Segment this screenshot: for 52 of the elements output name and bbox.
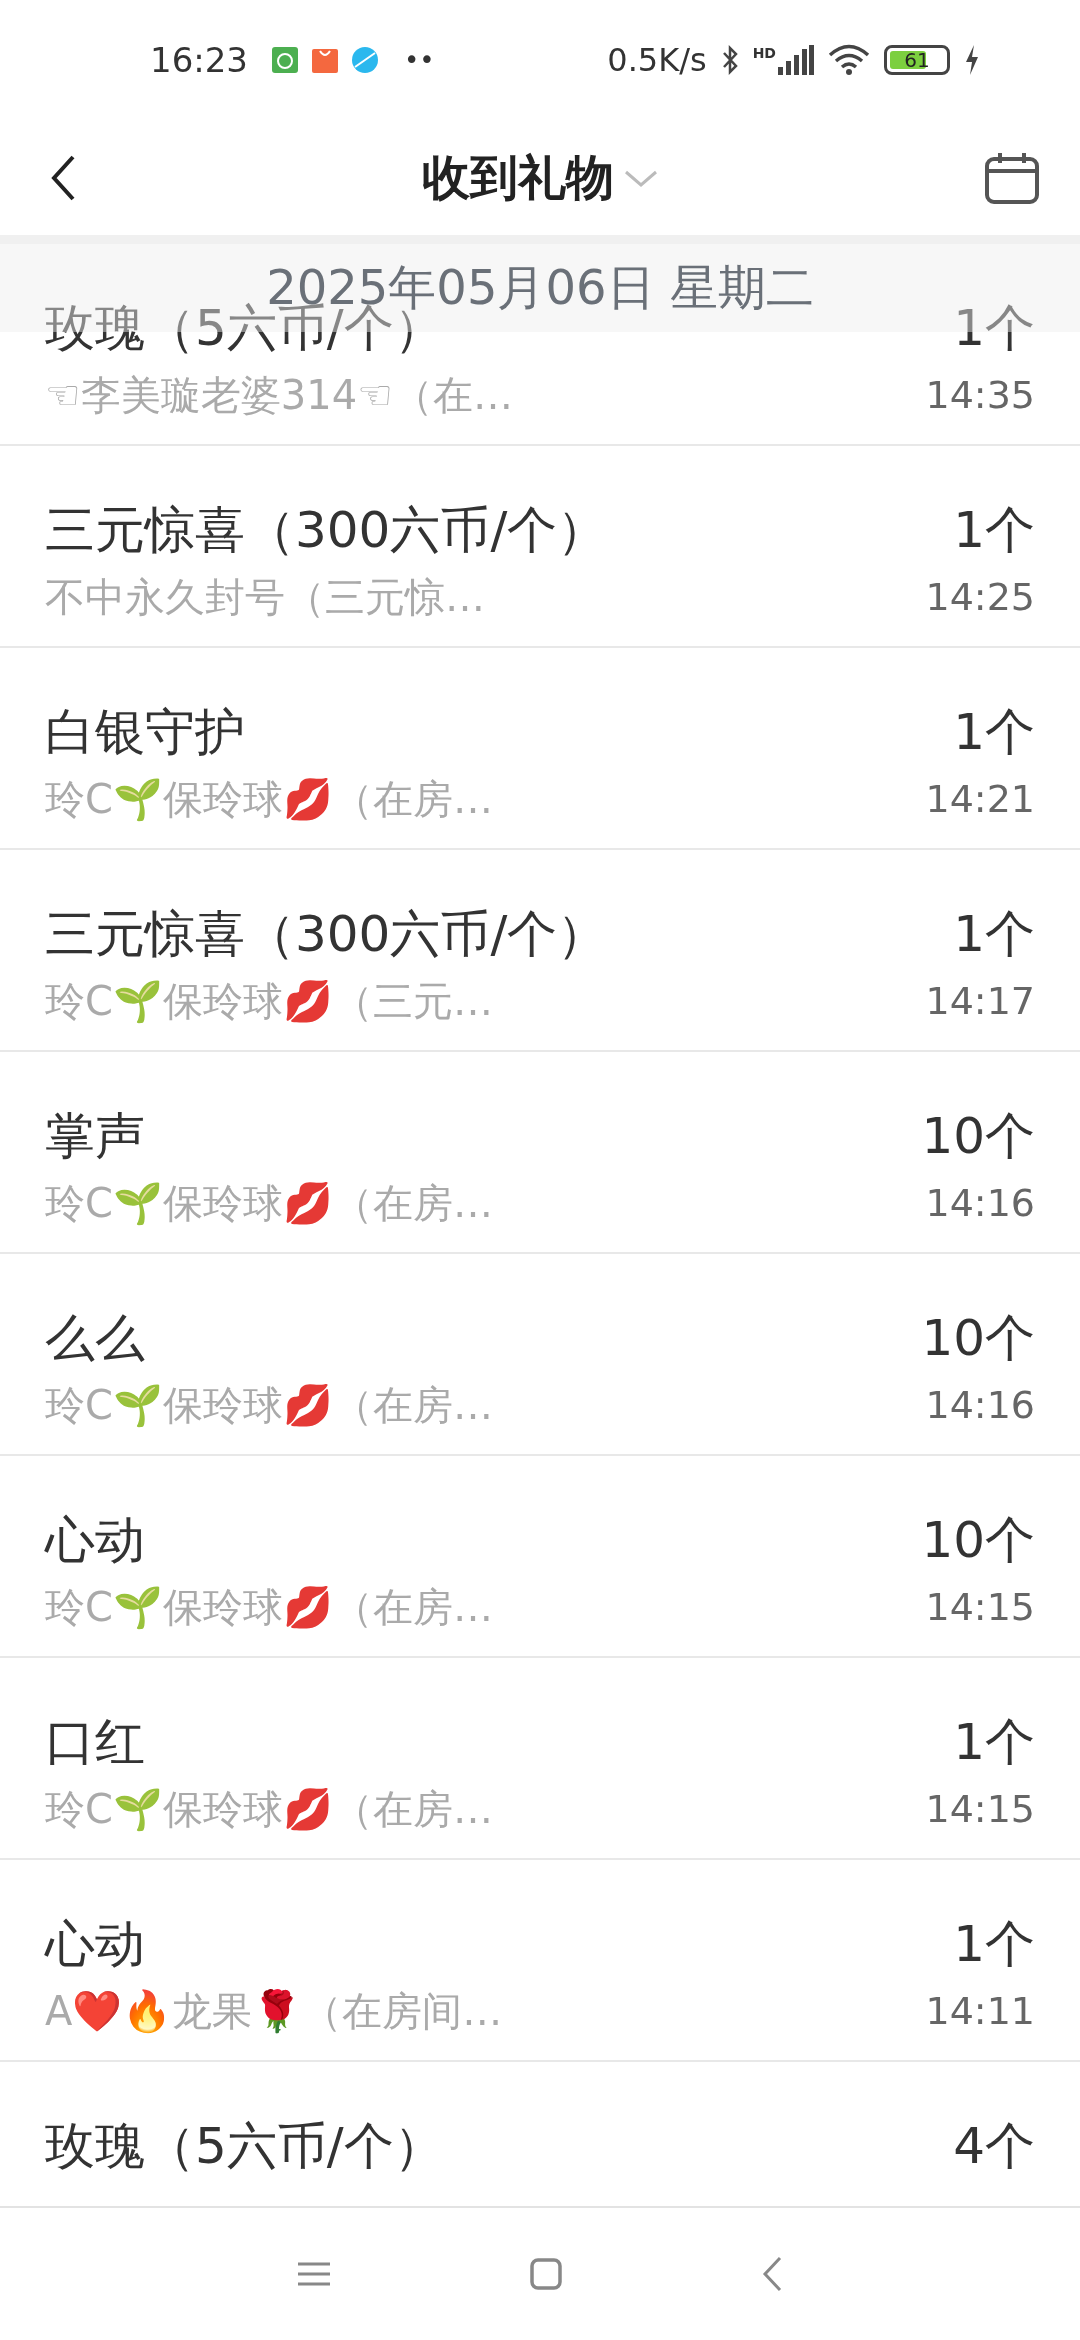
gift-name: 口红 [45, 1712, 146, 1773]
menu-button[interactable] [298, 2261, 330, 2287]
gift-name: 掌声 [45, 1106, 146, 1167]
network-speed: 0.5K/s [607, 41, 707, 79]
signal-icon [778, 45, 814, 75]
sender-name: A❤🔥龙果🌹（在房间… [45, 1987, 504, 2036]
gift-time: 14:15 [924, 1584, 1035, 1631]
more-notifications: •• [404, 45, 435, 75]
gift-name: 心动 [45, 1510, 146, 1571]
gift-count: 1个 [952, 298, 1035, 359]
gift-name: 玫瑰（5六币/个） [45, 2116, 445, 2177]
calendar-button[interactable] [984, 150, 1040, 205]
sender-name: 玲C🌱保玲球💋（在房… [45, 1785, 494, 1834]
sender-name: 玲C🌱保玲球💋（在房… [45, 1583, 494, 1632]
gift-count: 1个 [952, 1712, 1035, 1773]
page-title: 收到礼物 [422, 147, 614, 207]
gift-count: 4个 [953, 2116, 1035, 2177]
gift-name: 三元惊喜（300六币/个） [45, 904, 609, 965]
gift-time: 14:15 [925, 1786, 1035, 1833]
bluetooth-icon [720, 45, 739, 75]
gift-time: 14:25 [925, 574, 1035, 621]
gift-time: 14:16 [924, 1382, 1035, 1429]
sender-name: 玲C🌱保玲球💋（在房… [45, 775, 494, 824]
back-nav-button[interactable] [762, 2256, 782, 2292]
shopping-bag-icon [312, 47, 338, 73]
gift-time: 14:35 [925, 372, 1035, 419]
home-button[interactable] [530, 2258, 562, 2290]
sender-name: 玲C🌱保玲球💋（在房… [45, 1179, 494, 1228]
sender-name: 不中永久封号（三元惊… [45, 573, 486, 622]
gift-count: 10个 [921, 1308, 1035, 1369]
sender-name: ☜李美璇老婆314☜（在… [45, 371, 515, 420]
back-button[interactable] [50, 153, 76, 202]
sender-name: 玲C🌱保玲球💋（在房… [45, 1381, 494, 1430]
gift-time: 14:11 [925, 1988, 1035, 2035]
gift-count: 10个 [921, 1106, 1035, 1167]
hd-label: HD [752, 45, 776, 61]
status-time: 16:23 [150, 40, 248, 80]
gift-name: 白银守护 [45, 702, 246, 763]
gift-name: 心动 [45, 1914, 146, 1975]
gift-count: 1个 [952, 500, 1035, 561]
gift-count: 10个 [921, 1510, 1035, 1571]
gift-name: 三元惊喜（300六币/个） [45, 500, 609, 561]
sender-name: 玲C🌱保玲球💋（三元… [45, 977, 494, 1026]
gift-count: 1个 [952, 1914, 1035, 1975]
gift-count: 1个 [952, 702, 1035, 763]
gift-time: 14:16 [924, 1180, 1035, 1227]
gift-count: 1个 [952, 904, 1035, 965]
gift-time: 14:21 [925, 776, 1035, 823]
gift-time: 14:17 [925, 978, 1035, 1025]
wifi-icon [828, 44, 870, 76]
charging-icon [964, 45, 980, 75]
gift-name: 么么 [45, 1308, 146, 1369]
